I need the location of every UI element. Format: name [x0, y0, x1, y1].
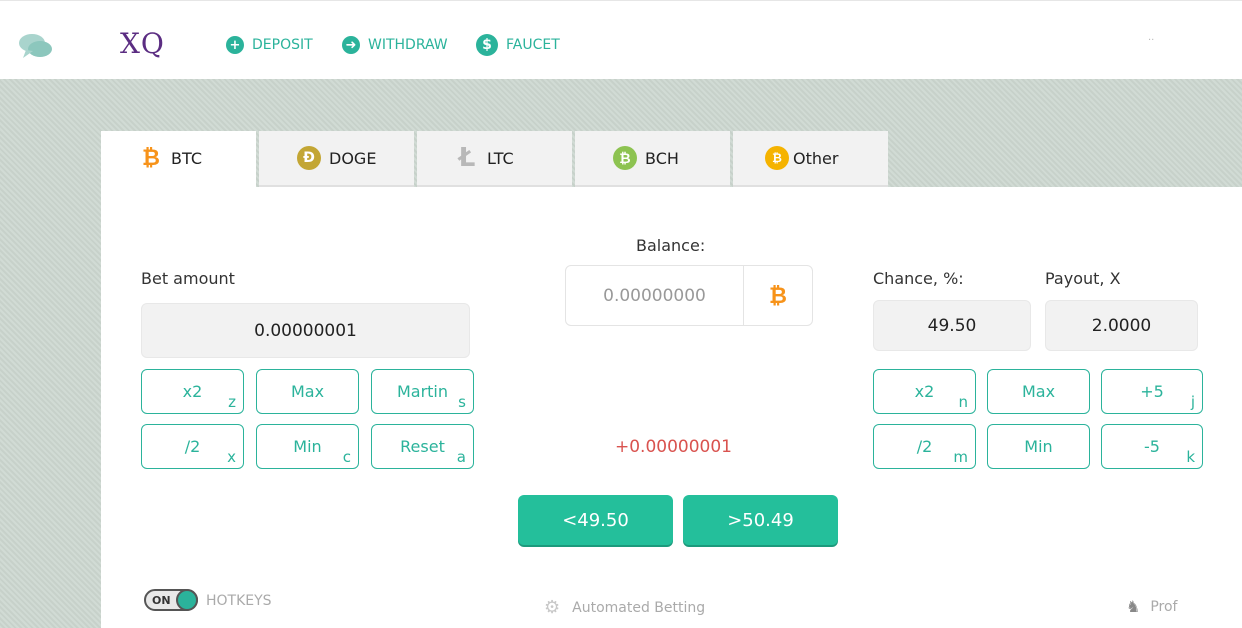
chat-icon[interactable]: [18, 31, 54, 61]
tab-label: DOGE: [329, 148, 377, 168]
arrow-right-circle-icon: ➜: [342, 36, 360, 54]
chess-knight-icon: ♞: [1126, 597, 1141, 616]
button-label: /2: [184, 437, 201, 456]
hotkey-hint: k: [1186, 448, 1195, 466]
menu-dots[interactable]: ··: [1148, 35, 1154, 46]
chance-plus5-button[interactable]: +5 j: [1101, 369, 1203, 414]
payout-label: Payout, X: [1045, 269, 1121, 288]
tab-label: Other: [793, 148, 839, 168]
bet-amount-input[interactable]: 0.00000001: [141, 303, 470, 358]
prof-label: Prof: [1150, 598, 1178, 615]
deposit-label: DEPOSIT: [252, 37, 313, 53]
hotkey-hint: a: [456, 448, 466, 466]
plus-circle-icon: +: [226, 36, 244, 54]
balance-value: 0.00000000: [566, 266, 744, 325]
chance-label: Chance, %:: [873, 269, 964, 288]
bet-reset-button[interactable]: Reset a: [371, 424, 474, 469]
bet-x2-button[interactable]: x2 z: [141, 369, 244, 414]
hotkeys-label: HOTKEYS: [206, 593, 272, 609]
tab-other[interactable]: ₿ Other: [733, 131, 888, 187]
payout-input[interactable]: 2.0000: [1045, 300, 1198, 351]
button-label: Martin: [396, 382, 449, 401]
hotkey-hint: s: [458, 393, 466, 411]
prof-link[interactable]: ♞ Prof: [1126, 597, 1177, 616]
roll-under-button[interactable]: <49.50: [518, 495, 673, 545]
top-bar: XQ + DEPOSIT ➜ WITHDRAW $ FAUCET ··: [0, 0, 1242, 79]
bet-min-button[interactable]: Min c: [256, 424, 359, 469]
hotkey-hint: x: [227, 448, 236, 466]
faucet-label: FAUCET: [506, 37, 560, 53]
tab-doge[interactable]: Ð DOGE: [259, 131, 414, 187]
tab-label: BCH: [645, 148, 679, 168]
bet-max-button[interactable]: Max: [256, 369, 359, 414]
gear-icon: ⚙: [544, 597, 561, 618]
hotkey-hint: c: [342, 448, 351, 466]
hotkey-hint: m: [953, 448, 968, 466]
hotkey-hint: j: [1190, 393, 1195, 411]
roll-over-button[interactable]: >50.49: [683, 495, 838, 545]
chance-input[interactable]: 49.50: [873, 300, 1031, 351]
tab-bch[interactable]: ₿ BCH: [575, 131, 730, 187]
automated-betting-label: Automated Betting: [572, 599, 706, 616]
button-label: Min: [1024, 437, 1053, 456]
tab-label: BTC: [171, 148, 202, 168]
button-label: /2: [916, 437, 933, 456]
withdraw-label: WITHDRAW: [368, 37, 448, 53]
chance-half-button[interactable]: /2 m: [873, 424, 976, 469]
chance-minus5-button[interactable]: -5 k: [1101, 424, 1203, 469]
dice-panel: Bet amount 0.00000001 x2 z Max Martin s …: [101, 187, 1242, 628]
withdraw-link[interactable]: ➜ WITHDRAW: [342, 34, 448, 56]
button-label: Reset: [400, 437, 445, 456]
hotkeys-toggle[interactable]: ON: [144, 589, 198, 611]
button-label: x2: [182, 382, 203, 401]
dogecoin-icon: Ð: [297, 146, 321, 170]
hotkey-hint: n: [958, 393, 968, 411]
button-label: Max: [1021, 382, 1056, 401]
tab-btc[interactable]: ₿ BTC: [101, 131, 256, 187]
dollar-circle-icon: $: [476, 34, 498, 56]
profit-value: +0.00000001: [615, 437, 732, 457]
deposit-link[interactable]: + DEPOSIT: [226, 34, 313, 56]
faucet-link[interactable]: $ FAUCET: [476, 34, 560, 56]
bet-amount-label: Bet amount: [141, 269, 235, 288]
balance-label: Balance:: [636, 236, 706, 255]
automated-betting-link[interactable]: ⚙ Automated Betting: [544, 597, 705, 618]
bet-half-button[interactable]: /2 x: [141, 424, 244, 469]
button-label: x2: [914, 382, 935, 401]
bitcoin-icon: ₿: [142, 146, 160, 171]
coin-tabs: ₿ BTC Ð DOGE Ł LTC ₿ BCH ₿ Other: [101, 131, 891, 187]
litecoin-icon: Ł: [458, 143, 476, 173]
button-label: -5: [1144, 437, 1160, 456]
bitcoin-icon: ₿: [769, 283, 787, 309]
balance-box: 0.00000000 ₿: [565, 265, 813, 326]
chance-x2-button[interactable]: x2 n: [873, 369, 976, 414]
other-coin-icon: ₿: [765, 146, 789, 170]
button-label: Max: [290, 382, 325, 401]
toggle-label: ON: [152, 593, 171, 607]
chance-max-button[interactable]: Max: [987, 369, 1090, 414]
tab-ltc[interactable]: Ł LTC: [417, 131, 572, 187]
bitcoin-cash-icon: ₿: [613, 146, 637, 170]
chance-min-button[interactable]: Min: [987, 424, 1090, 469]
bet-martin-button[interactable]: Martin s: [371, 369, 474, 414]
tab-label: LTC: [487, 148, 514, 168]
button-label: Min: [293, 437, 322, 456]
button-label: +5: [1140, 382, 1164, 401]
logo[interactable]: XQ: [120, 27, 165, 60]
toggle-knob: [176, 589, 198, 611]
hotkey-hint: z: [228, 393, 236, 411]
